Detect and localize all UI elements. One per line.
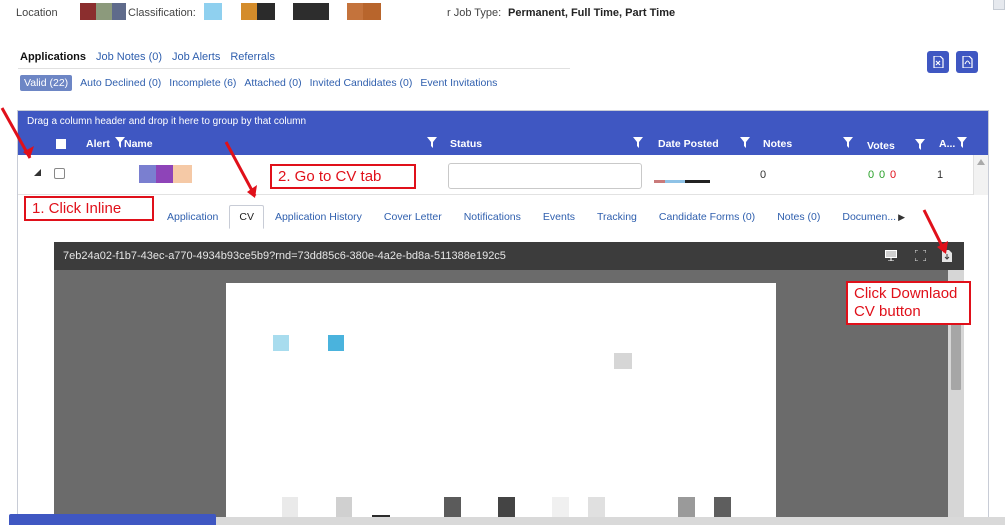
arrow-to-cv-tab bbox=[224, 141, 257, 197]
taskbar-item[interactable] bbox=[9, 514, 216, 525]
annotation-arrows bbox=[0, 107, 948, 254]
annotation-step3: Click Downlaod CV button bbox=[846, 281, 971, 325]
annotation-step2: 2. Go to CV tab bbox=[270, 164, 416, 189]
horizontal-scrollbar[interactable] bbox=[216, 517, 1005, 525]
arrowhead bbox=[937, 241, 948, 254]
annotation-step1: 1. Click Inline bbox=[24, 196, 154, 221]
